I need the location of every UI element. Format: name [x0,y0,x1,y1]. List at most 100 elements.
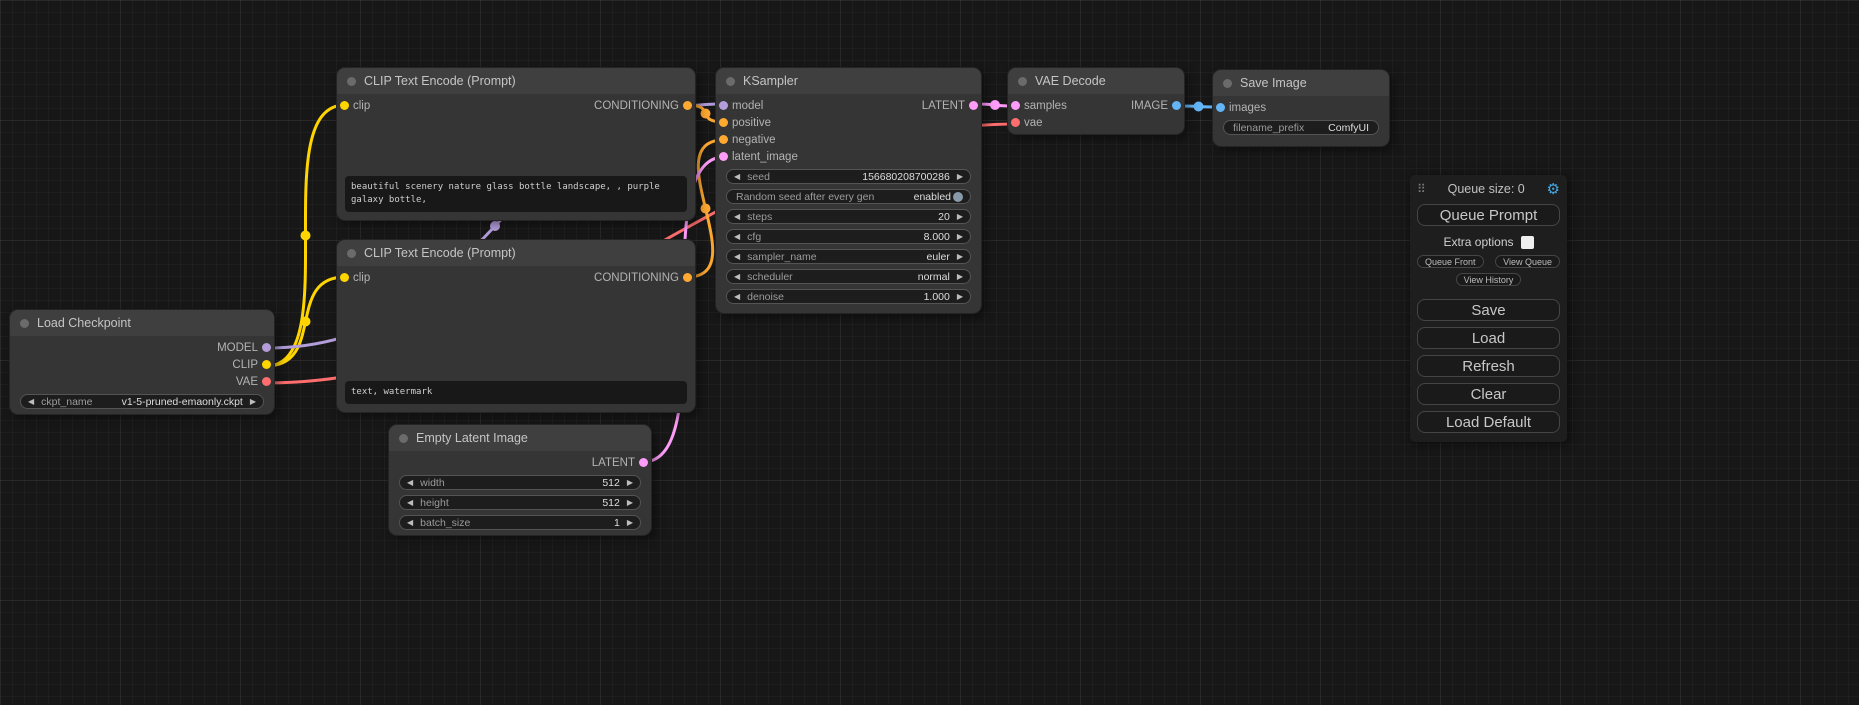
increment-arrow-icon[interactable]: ▶ [957,273,963,281]
node-save-image[interactable]: Save Image images filename_prefix ComfyU… [1213,70,1389,146]
conditioning-output-dot[interactable] [683,101,692,110]
comfy-menu-panel[interactable]: ⠿ Queue size: 0 ⚙ Queue Prompt Extra opt… [1410,175,1567,442]
save-button[interactable]: Save [1417,299,1560,321]
negative-input-dot[interactable] [719,135,728,144]
queue-prompt-button[interactable]: Queue Prompt [1417,204,1560,226]
input-slot-vae[interactable]: vae [1008,114,1184,131]
view-queue-button[interactable]: View Queue [1495,255,1560,268]
model-input-dot[interactable] [719,101,728,110]
decrement-arrow-icon[interactable]: ◀ [407,499,413,507]
node-titlebar[interactable]: KSampler [716,68,981,94]
node-titlebar[interactable]: Load Checkpoint [10,310,274,336]
widget-filename-prefix[interactable]: filename_prefix ComfyUI [1223,120,1379,135]
refresh-button[interactable]: Refresh [1417,355,1560,377]
latent-image-input-dot[interactable] [719,152,728,161]
node-titlebar[interactable]: VAE Decode [1008,68,1184,94]
latent-output-dot[interactable] [639,458,648,467]
widget-cfg[interactable]: ◀ cfg 8.000 ▶ [726,229,971,244]
decrement-arrow-icon[interactable]: ◀ [734,233,740,241]
decrement-arrow-icon[interactable]: ◀ [734,293,740,301]
conditioning-output-dot[interactable] [683,273,692,282]
increment-arrow-icon[interactable]: ▶ [627,499,633,507]
increment-arrow-icon[interactable]: ▶ [957,293,963,301]
slot-row-model-latent[interactable]: model LATENT [716,97,981,114]
widget-seed[interactable]: ◀ seed 156680208700286 ▶ [726,169,971,184]
increment-arrow-icon[interactable]: ▶ [957,253,963,261]
output-slot-clip[interactable]: CLIP [10,356,274,373]
node-empty-latent-image[interactable]: Empty Latent Image LATENT ◀ width 512 ▶ … [389,425,651,535]
decrement-arrow-icon[interactable]: ◀ [734,173,740,181]
load-default-button[interactable]: Load Default [1417,411,1560,433]
load-button[interactable]: Load [1417,327,1560,349]
clip-input-dot[interactable] [340,273,349,282]
input-slot-positive[interactable]: positive [716,114,981,131]
node-titlebar[interactable]: Save Image [1213,70,1389,96]
slot-row-clip-conditioning[interactable]: clip CONDITIONING [337,97,695,114]
node-titlebar[interactable]: Empty Latent Image [389,425,651,451]
samples-input-dot[interactable] [1011,101,1020,110]
output-slot-model[interactable]: MODEL [10,339,274,356]
widget-steps[interactable]: ◀ steps 20 ▶ [726,209,971,224]
output-slot-vae[interactable]: VAE [10,373,274,390]
extra-options-checkbox[interactable] [1521,236,1534,249]
increment-arrow-icon[interactable]: ▶ [627,519,633,527]
slot-row-samples-image[interactable]: samples IMAGE [1008,97,1184,114]
drag-handle-icon[interactable]: ⠿ [1417,182,1426,196]
increment-arrow-icon[interactable]: ▶ [250,398,256,406]
vae-output-dot[interactable] [262,377,271,386]
widget-width[interactable]: ◀ width 512 ▶ [399,475,641,490]
node-status-dot[interactable] [1223,79,1232,88]
decrement-arrow-icon[interactable]: ◀ [28,398,34,406]
model-output-dot[interactable] [262,343,271,352]
vae-input-dot[interactable] [1011,118,1020,127]
clear-button[interactable]: Clear [1417,383,1560,405]
positive-prompt-textarea[interactable]: beautiful scenery nature glass bottle la… [345,176,687,212]
decrement-arrow-icon[interactable]: ◀ [734,273,740,281]
widget-denoise[interactable]: ◀ denoise 1.000 ▶ [726,289,971,304]
node-titlebar[interactable]: CLIP Text Encode (Prompt) [337,240,695,266]
clip-input-dot[interactable] [340,101,349,110]
settings-gear-icon[interactable]: ⚙ [1547,182,1560,197]
decrement-arrow-icon[interactable]: ◀ [734,253,740,261]
increment-arrow-icon[interactable]: ▶ [957,213,963,221]
input-slot-negative[interactable]: negative [716,131,981,148]
view-history-button[interactable]: View History [1456,273,1522,286]
node-titlebar[interactable]: CLIP Text Encode (Prompt) [337,68,695,94]
node-status-dot[interactable] [1018,77,1027,86]
node-clip-text-encode-positive[interactable]: CLIP Text Encode (Prompt) clip CONDITION… [337,68,695,220]
widget-height[interactable]: ◀ height 512 ▶ [399,495,641,510]
node-status-dot[interactable] [347,77,356,86]
node-ksampler[interactable]: KSampler model LATENT positive negative … [716,68,981,313]
node-status-dot[interactable] [726,77,735,86]
clip-output-dot[interactable] [262,360,271,369]
node-status-dot[interactable] [399,434,408,443]
widget-scheduler[interactable]: ◀ scheduler normal ▶ [726,269,971,284]
input-slot-latent-image[interactable]: latent_image [716,148,981,165]
images-input-dot[interactable] [1216,103,1225,112]
increment-arrow-icon[interactable]: ▶ [627,479,633,487]
increment-arrow-icon[interactable]: ▶ [957,233,963,241]
node-status-dot[interactable] [20,319,29,328]
toggle-knob[interactable] [953,192,963,202]
widget-random-seed-toggle[interactable]: Random seed after every gen enabled [726,189,971,204]
negative-prompt-textarea[interactable]: text, watermark [345,381,687,404]
input-slot-images[interactable]: images [1213,99,1389,116]
widget-ckpt-name[interactable]: ◀ ckpt_name v1-5-pruned-emaonly.ckpt ▶ [20,394,264,409]
node-status-dot[interactable] [347,249,356,258]
decrement-arrow-icon[interactable]: ◀ [407,479,413,487]
image-output-dot[interactable] [1172,101,1181,110]
widget-sampler-name[interactable]: ◀ sampler_name euler ▶ [726,249,971,264]
decrement-arrow-icon[interactable]: ◀ [734,213,740,221]
decrement-arrow-icon[interactable]: ◀ [407,519,413,527]
widget-batch-size[interactable]: ◀ batch_size 1 ▶ [399,515,641,530]
node-vae-decode[interactable]: VAE Decode samples IMAGE vae [1008,68,1184,134]
increment-arrow-icon[interactable]: ▶ [957,173,963,181]
queue-front-button[interactable]: Queue Front [1417,255,1484,268]
node-clip-text-encode-negative[interactable]: CLIP Text Encode (Prompt) clip CONDITION… [337,240,695,412]
node-load-checkpoint[interactable]: Load Checkpoint MODEL CLIP VAE ◀ ckpt_na… [10,310,274,414]
output-slot-latent[interactable]: LATENT [389,454,651,471]
slot-row-clip-conditioning[interactable]: clip CONDITIONING [337,269,695,286]
positive-input-dot[interactable] [719,118,728,127]
node-graph-canvas[interactable]: Load Checkpoint MODEL CLIP VAE ◀ ckpt_na… [0,0,1859,705]
latent-output-dot[interactable] [969,101,978,110]
